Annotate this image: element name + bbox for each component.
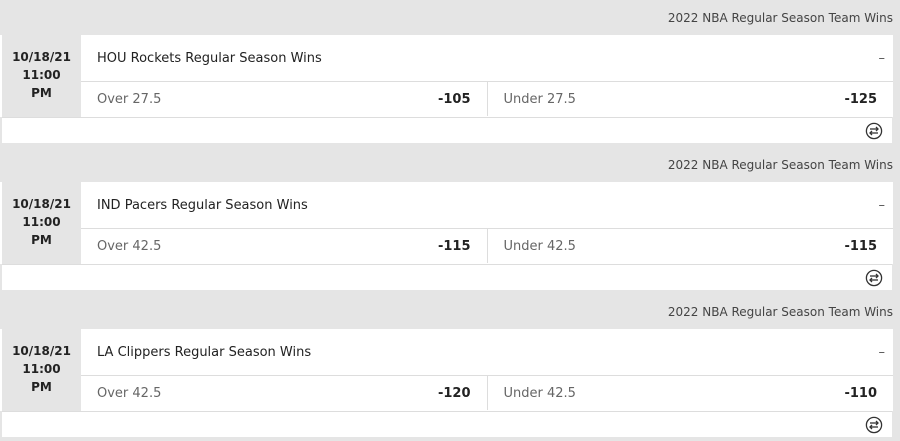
game-card: 2022 NBA Regular Season Team Wins 10/18/… [0, 147, 900, 294]
game-ampm: PM [31, 233, 52, 247]
game-footer [2, 117, 892, 143]
game-time: 11:00 [22, 215, 61, 229]
market-status-dash: – [878, 197, 886, 213]
game-ampm: PM [31, 86, 52, 100]
game-ampm: PM [31, 380, 52, 394]
under-label: Under 27.5 [503, 91, 576, 107]
compare-icon[interactable] [865, 122, 883, 140]
odds-row: Over 42.5 -115 Under 42.5 -115 [81, 229, 893, 263]
market-status-dash: – [878, 344, 886, 360]
game-body: 10/18/21 11:00 PM HOU Rockets Regular Se… [0, 35, 900, 117]
over-price: -105 [437, 91, 471, 107]
game-date: 10/18/21 [12, 197, 71, 211]
under-label: Under 42.5 [503, 385, 576, 401]
market-title-row: HOU Rockets Regular Season Wins – [81, 35, 893, 82]
under-label: Under 42.5 [503, 238, 576, 254]
odds-row: Over 42.5 -120 Under 42.5 -110 [81, 376, 893, 410]
market-title-row: LA Clippers Regular Season Wins – [81, 329, 893, 376]
league-label: 2022 NBA Regular Season Team Wins [667, 157, 893, 172]
game-body: 10/18/21 11:00 PM LA Clippers Regular Se… [0, 329, 900, 411]
over-label: Over 27.5 [97, 91, 162, 107]
league-header: 2022 NBA Regular Season Team Wins [0, 147, 900, 182]
game-card: 2022 NBA Regular Season Team Wins 10/18/… [0, 0, 900, 147]
market-title[interactable]: HOU Rockets Regular Season Wins [97, 51, 322, 66]
over-odds-button[interactable]: Over 42.5 -115 [81, 229, 488, 263]
game-datetime: 10/18/21 11:00 PM [0, 182, 81, 264]
market-panel: IND Pacers Regular Season Wins – Over 42… [81, 182, 893, 264]
over-label: Over 42.5 [97, 385, 162, 401]
over-price: -120 [437, 385, 471, 401]
odds-row: Over 27.5 -105 Under 27.5 -125 [81, 82, 893, 116]
game-card: 2022 NBA Regular Season Team Wins 10/18/… [0, 294, 900, 441]
over-odds-button[interactable]: Over 42.5 -120 [81, 376, 488, 410]
game-date: 10/18/21 [12, 344, 71, 358]
over-label: Over 42.5 [97, 238, 162, 254]
under-price: -110 [844, 385, 877, 401]
under-price: -125 [844, 91, 877, 107]
under-price: -115 [844, 238, 877, 254]
game-datetime: 10/18/21 11:00 PM [0, 35, 81, 117]
games-list: 2022 NBA Regular Season Team Wins 10/18/… [0, 0, 900, 441]
market-panel: HOU Rockets Regular Season Wins – Over 2… [81, 35, 893, 117]
market-status-dash: – [878, 50, 886, 66]
game-datetime: 10/18/21 11:00 PM [0, 329, 81, 411]
league-header: 2022 NBA Regular Season Team Wins [0, 294, 900, 329]
game-time: 11:00 [22, 362, 61, 376]
over-price: -115 [437, 238, 471, 254]
game-date: 10/18/21 [12, 50, 71, 64]
over-odds-button[interactable]: Over 27.5 -105 [81, 82, 488, 116]
market-title[interactable]: LA Clippers Regular Season Wins [97, 345, 311, 360]
game-footer [2, 411, 892, 437]
league-label: 2022 NBA Regular Season Team Wins [667, 304, 893, 319]
game-time: 11:00 [22, 68, 61, 82]
league-header: 2022 NBA Regular Season Team Wins [0, 0, 900, 35]
compare-icon[interactable] [865, 416, 883, 434]
league-label: 2022 NBA Regular Season Team Wins [667, 10, 893, 25]
under-odds-button[interactable]: Under 42.5 -115 [488, 229, 894, 263]
under-odds-button[interactable]: Under 42.5 -110 [488, 376, 894, 410]
market-panel: LA Clippers Regular Season Wins – Over 4… [81, 329, 893, 411]
compare-icon[interactable] [865, 269, 883, 287]
market-title[interactable]: IND Pacers Regular Season Wins [97, 198, 308, 213]
under-odds-button[interactable]: Under 27.5 -125 [488, 82, 894, 116]
game-footer [2, 264, 892, 290]
game-body: 10/18/21 11:00 PM IND Pacers Regular Sea… [0, 182, 900, 264]
market-title-row: IND Pacers Regular Season Wins – [81, 182, 893, 229]
